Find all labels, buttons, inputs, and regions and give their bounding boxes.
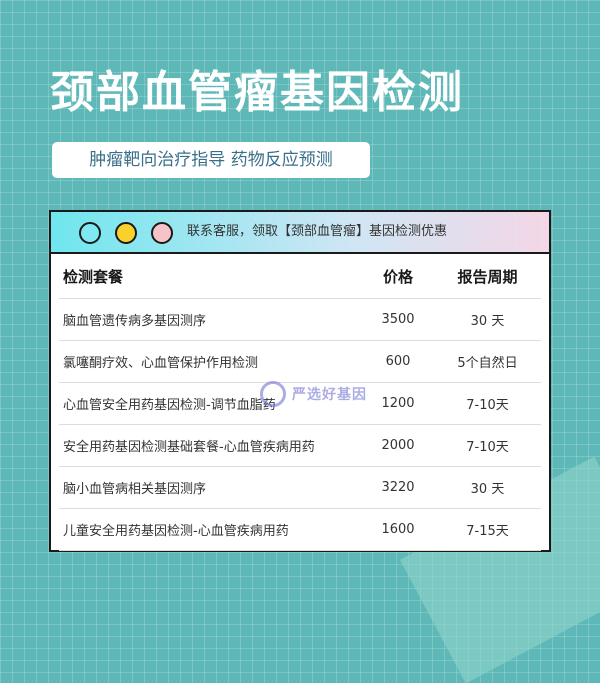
report-period: 7-10天 [434,382,541,425]
package-price: 2000 [362,424,434,467]
card-header: 联系客服，领取【颈部血管瘤】基因检测优惠 [51,212,549,254]
package-price: 1600 [362,508,434,551]
package-price: 3220 [362,466,434,509]
table-row[interactable]: 儿童安全用药基因检测-心血管疾病用药 1600 7-15天 [59,508,541,551]
package-price: 3500 [362,298,434,341]
circle-icon-yellow [115,222,137,244]
report-period: 5个自然日 [434,340,541,383]
circle-icon-cyan [79,222,101,244]
table-header-row: 检测套餐 价格 报告周期 [59,254,541,299]
table-row[interactable]: 安全用药基因检测基础套餐-心血管疾病用药 2000 7-10天 [59,424,541,467]
contact-service-notice[interactable]: 联系客服，领取【颈部血管瘤】基因检测优惠 [187,212,447,252]
column-header-package: 检测套餐 [59,254,362,299]
package-price: 600 [362,340,434,383]
table-row[interactable]: 脑小血管病相关基因测序 3220 30 天 [59,466,541,509]
report-period: 30 天 [434,298,541,341]
package-name: 脑小血管病相关基因测序 [59,466,362,509]
report-period: 7-10天 [434,424,541,467]
package-name: 脑血管遗传病多基因测序 [59,298,362,341]
report-period: 30 天 [434,466,541,509]
subtitle-banner: 肿瘤靶向治疗指导 药物反应预测 [52,142,370,178]
watermark-text: 严选好基因 [292,387,367,403]
package-price: 1200 [362,382,434,425]
column-header-price: 价格 [362,254,434,299]
page-title: 颈部血管瘤基因检测 [50,67,464,118]
watermark: 严选好基因 [260,376,367,412]
column-header-period: 报告周期 [434,254,541,299]
package-name: 儿童安全用药基因检测-心血管疾病用药 [59,508,362,551]
circle-icon-pink [151,222,173,244]
table-row[interactable]: 脑血管遗传病多基因测序 3500 30 天 [59,298,541,341]
brand-logo-icon [260,381,286,407]
package-name: 安全用药基因检测基础套餐-心血管疾病用药 [59,424,362,467]
report-period: 7-15天 [434,508,541,551]
